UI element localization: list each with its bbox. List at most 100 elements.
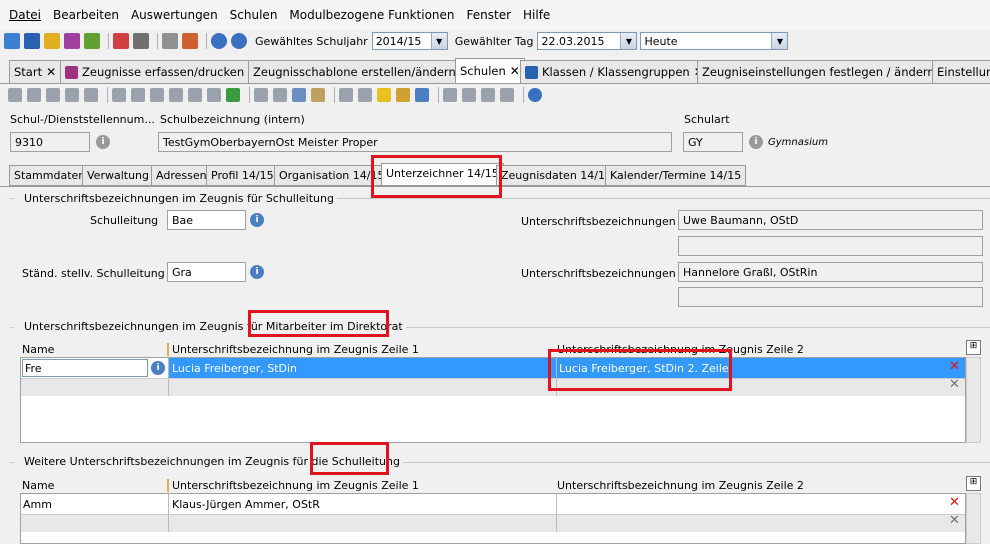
tag-select[interactable]: 22.03.2015 ▼ xyxy=(537,32,638,50)
sort-icon[interactable] xyxy=(500,88,514,102)
heute-select[interactable]: Heute ▼ xyxy=(640,32,789,50)
table-row-new[interactable] xyxy=(21,514,965,532)
info-icon[interactable]: i xyxy=(749,135,763,149)
menu-modulbezogene-funktionen[interactable]: Modulbezogene Funktionen xyxy=(289,8,454,22)
close-icon[interactable]: ✕ xyxy=(46,65,56,79)
column-chooser-icon[interactable]: ⊞ xyxy=(966,340,981,355)
menu-auswertungen[interactable]: Auswertungen xyxy=(131,8,218,22)
tab-start[interactable]: Start ✕ xyxy=(9,60,62,83)
sl-bezeichnung-field-1[interactable]: Uwe Baumann, OStD xyxy=(678,210,983,230)
last-icon[interactable] xyxy=(207,88,221,102)
class-icon[interactable] xyxy=(24,33,40,49)
copy-icon[interactable] xyxy=(292,88,306,102)
stv-bezeichnung-field-1[interactable]: Hannelore Graßl, OStRin xyxy=(678,262,983,282)
cut-icon[interactable] xyxy=(273,88,287,102)
subtab-profil[interactable]: Profil 14/15 xyxy=(206,165,279,186)
copy-icon[interactable] xyxy=(162,33,178,49)
message-icon[interactable] xyxy=(84,33,100,49)
back-icon[interactable] xyxy=(254,88,268,102)
school-name-field[interactable]: TestGymOberbayernOst Meister Proper xyxy=(158,132,672,152)
table-row[interactable] xyxy=(21,494,965,514)
subtab-zeugnisdaten[interactable]: Zeugnisdaten 14/15 xyxy=(496,165,617,186)
print-icon[interactable] xyxy=(133,33,149,49)
teacher-icon[interactable] xyxy=(64,33,80,49)
tab-zeugnisse[interactable]: Zeugnisse erfassen/drucken✕ xyxy=(60,60,264,83)
chevron-down-icon[interactable]: ▼ xyxy=(430,33,447,49)
tab-zeugniseinstellungen[interactable]: Zeugniseinstellungen festlegen / ändern✕ xyxy=(697,60,954,83)
refresh-icon[interactable] xyxy=(226,88,240,102)
menu-bearbeiten[interactable]: Bearbeiten xyxy=(53,8,119,22)
pen-icon[interactable] xyxy=(396,88,410,102)
tab-einstellungen[interactable]: Einstellun xyxy=(932,60,990,83)
tab-schulen[interactable]: Schulen ✕ xyxy=(455,58,525,83)
next-page-icon[interactable] xyxy=(188,88,202,102)
delete-row-icon[interactable]: ✕ xyxy=(947,360,962,375)
table-row-new[interactable] xyxy=(21,378,965,396)
subtab-stammdaten[interactable]: Stammdaten xyxy=(9,165,91,186)
close-icon[interactable]: ✕ xyxy=(510,64,520,78)
menu-schulen[interactable]: Schulen xyxy=(230,8,278,22)
tab-label: Klassen / Klassengruppen xyxy=(542,65,690,79)
subtab-kalender[interactable]: Kalender/Termine 14/15 xyxy=(605,165,747,186)
info-icon[interactable] xyxy=(211,33,227,49)
grid-icon[interactable] xyxy=(462,88,476,102)
first-icon[interactable] xyxy=(112,88,126,102)
tab-zeugnisschablone[interactable]: Zeugnisschablone erstellen/ändern✕ xyxy=(248,60,475,83)
info-icon[interactable]: i xyxy=(250,213,264,227)
scrollbar[interactable] xyxy=(966,357,981,443)
bulb-icon[interactable] xyxy=(377,88,391,102)
name-cell[interactable]: Amm xyxy=(23,498,52,511)
col-zeile2[interactable]: Unterschriftsbezeichnung im Zeugnis Zeil… xyxy=(557,479,804,492)
undo-icon[interactable] xyxy=(46,88,60,102)
subtab-verwaltung[interactable]: Verwaltung xyxy=(82,165,154,186)
prev-page-icon[interactable] xyxy=(131,88,145,102)
schuljahr-select[interactable]: 2014/15 ▼ xyxy=(371,32,448,50)
help-icon[interactable] xyxy=(528,88,542,102)
people-icon[interactable] xyxy=(44,33,60,49)
info-icon[interactable]: i xyxy=(151,361,165,375)
tab-klassen[interactable]: Klassen / Klassengruppen✕ xyxy=(520,60,709,83)
save-icon[interactable] xyxy=(8,88,22,102)
col-zeile1[interactable]: Unterschriftsbezeichnung im Zeugnis Zeil… xyxy=(167,343,419,356)
stv-bezeichnung-field-2[interactable] xyxy=(678,287,983,307)
zeile1-cell[interactable]: Klaus-Jürgen Ammer, OStR xyxy=(172,498,320,511)
preview-icon[interactable] xyxy=(358,88,372,102)
col-name[interactable]: Name xyxy=(22,479,54,492)
calendar-icon[interactable] xyxy=(182,33,198,49)
save-all-icon[interactable] xyxy=(27,88,41,102)
school-nr-field[interactable]: 9310 xyxy=(10,132,90,152)
delete-row-icon[interactable]: ✕ xyxy=(947,514,962,529)
info-icon[interactable]: i xyxy=(250,265,264,279)
print-icon[interactable] xyxy=(339,88,353,102)
chevron-down-icon[interactable]: ▼ xyxy=(620,33,637,49)
menu-hilfe[interactable]: Hilfe xyxy=(523,8,550,22)
delete-row-icon[interactable]: ✕ xyxy=(947,496,962,511)
subtab-adressen[interactable]: Adressen xyxy=(151,165,212,186)
new-icon[interactable] xyxy=(84,88,98,102)
schulart-field[interactable]: GY xyxy=(683,132,743,152)
users-icon[interactable] xyxy=(4,33,20,49)
info-icon[interactable]: i xyxy=(96,135,110,149)
col-name[interactable]: Name xyxy=(22,343,54,356)
help-icon[interactable] xyxy=(231,33,247,49)
schulleitung-field[interactable]: Bae xyxy=(167,210,246,230)
column-chooser-icon[interactable]: ⊞ xyxy=(966,476,981,491)
scrollbar[interactable] xyxy=(966,493,981,544)
chevron-down-icon[interactable]: ▼ xyxy=(771,33,788,49)
delete-row-icon[interactable]: ✕ xyxy=(947,378,962,393)
clock-icon[interactable] xyxy=(415,88,429,102)
menu-fenster[interactable]: Fenster xyxy=(467,8,512,22)
prev-icon[interactable] xyxy=(150,88,164,102)
next-icon[interactable] xyxy=(169,88,183,102)
filter-icon[interactable] xyxy=(481,88,495,102)
delete-icon[interactable] xyxy=(65,88,79,102)
zeile1-cell[interactable]: Lucia Freiberger, StDin xyxy=(172,362,297,375)
sl-bezeichnung-field-2[interactable] xyxy=(678,236,983,256)
menu-datei[interactable]: Datei xyxy=(9,8,41,22)
table-icon[interactable] xyxy=(443,88,457,102)
col-zeile1[interactable]: Unterschriftsbezeichnung im Zeugnis Zeil… xyxy=(167,479,419,492)
paste-icon[interactable] xyxy=(311,88,325,102)
name-edit-input[interactable]: Fre xyxy=(22,359,148,377)
stv-field[interactable]: Gra xyxy=(167,262,246,282)
book-icon[interactable] xyxy=(113,33,129,49)
